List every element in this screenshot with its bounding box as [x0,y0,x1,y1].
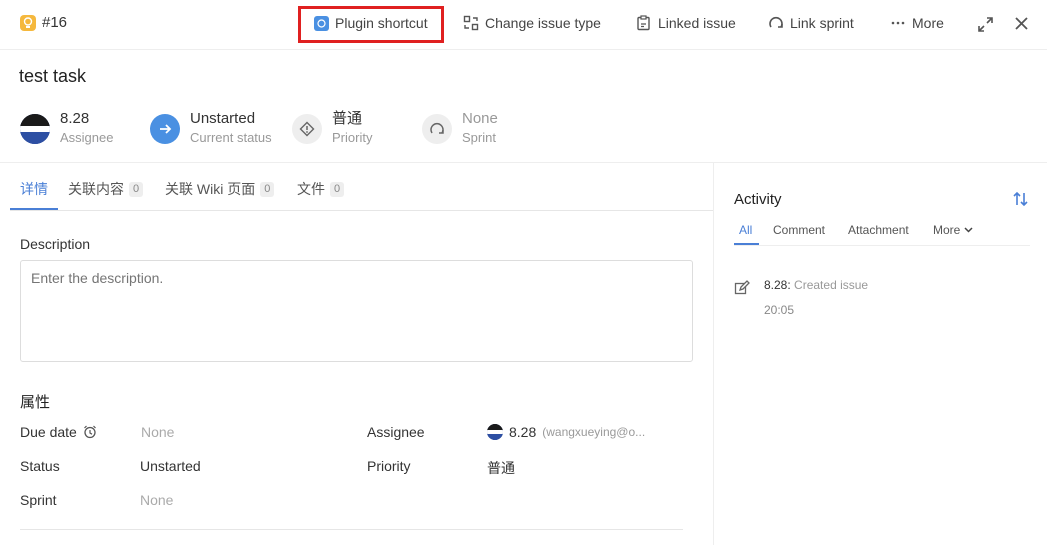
activity-tab-more-label: More [933,223,961,237]
sprint-icon [769,16,783,28]
issue-title[interactable]: test task [19,66,86,87]
plugin-icon [314,15,329,31]
detail-tabs: 详情 关联内容 0 关联 Wiki 页面 0 文件 0 [10,163,713,211]
activity-text: 8.28: Created issue [764,278,868,292]
priority-caption: Priority [332,130,373,145]
due-date-label-text: Due date [20,424,77,440]
activity-tab-comment[interactable]: Comment [773,223,825,237]
sprint-value: None [462,110,498,127]
ellipsis-icon [891,21,905,25]
sprint-prop-label: Sprint [20,492,57,508]
assignee-caption: Assignee [60,130,114,145]
summary-status[interactable]: Unstarted Current status [150,110,272,148]
issue-id: #16 [20,14,67,31]
due-date-value[interactable]: None [141,424,174,440]
status-prop-label: Status [20,458,60,474]
divider [20,529,683,530]
assignee-prop-value[interactable]: 8.28 (wangxueying@o... [487,424,645,440]
assignee-value: 8.28 [60,110,90,127]
tab-details-label: 详情 [20,181,48,197]
change-issue-type-label: Change issue type [485,15,601,31]
summary-priority[interactable]: 普通 Priority [292,110,372,148]
linked-issue-label: Linked issue [658,15,736,31]
activity-tab-all-label: All [739,223,753,237]
plugin-shortcut-label: Plugin shortcut [335,15,428,31]
change-type-icon [463,15,479,31]
chevron-down-icon [964,227,973,233]
change-issue-type-button[interactable]: Change issue type [463,15,601,31]
activity-tab-more[interactable]: More [933,223,973,237]
tab-related-wiki-label: 关联 Wiki 页面 [165,181,256,197]
tab-related-content[interactable]: 关联内容 0 [68,179,144,199]
sprint-icon [422,114,452,144]
sort-button[interactable] [1012,191,1029,210]
assignee-email: (wangxueying@o... [542,425,646,439]
close-icon [1015,17,1028,30]
linked-issue-button[interactable]: Linked issue [636,15,736,31]
summary-assignee[interactable]: 8.28 Assignee [20,110,113,148]
edit-icon [734,280,750,295]
activity-tab-comment-label: Comment [773,223,826,237]
priority-value: 普通 [332,110,363,127]
activity-tab-attachment[interactable]: Attachment [848,223,909,237]
count-badge: 0 [260,181,275,197]
panel-divider [713,163,714,545]
activity-tab-attachment-label: Attachment [848,223,909,237]
properties-heading: 属性 [20,394,51,411]
activity-tab-all[interactable]: All [739,223,752,237]
lightbulb-icon [20,14,36,31]
description-input[interactable] [20,260,693,362]
issue-number: #16 [42,14,68,31]
sort-icon [1013,191,1028,207]
plugin-shortcut-button[interactable]: Plugin shortcut [314,15,428,31]
tab-files[interactable]: 文件 0 [297,179,345,199]
link-sprint-label: Link sprint [790,15,854,31]
close-button[interactable] [1015,17,1028,30]
priority-prop-label: Priority [367,458,411,474]
active-tab-indicator [10,208,58,210]
more-button[interactable]: More [890,15,944,31]
assignee-name: 8.28 [509,424,537,440]
summary-sprint[interactable]: None Sprint [422,110,498,148]
sprint-caption: Sprint [462,130,496,145]
expand-button[interactable] [977,16,994,33]
alarm-clock-icon [83,425,96,439]
assignee-prop-label: Assignee [367,424,425,440]
tab-details[interactable]: 详情 [20,179,48,199]
status-value: Unstarted [190,110,256,127]
status-caption: Current status [190,130,272,145]
priority-icon [292,114,322,144]
tab-related-content-label: 关联内容 [68,181,124,197]
clipboard-link-icon [637,15,650,31]
description-label: Description [20,236,91,252]
count-badge: 0 [129,181,144,197]
issue-toolbar: #16 Plugin shortcut Change issue type Li… [0,0,1047,50]
activity-user: 8.28: [764,278,791,292]
activity-action: Created issue [794,278,869,292]
avatar [487,424,503,440]
more-label: More [912,15,944,31]
active-tab-indicator [734,243,759,245]
status-prop-value[interactable]: Unstarted [140,458,201,474]
priority-prop-value[interactable]: 普通 [487,458,515,478]
tab-files-label: 文件 [297,181,325,197]
activity-time: 20:05 [764,303,795,317]
expand-icon [978,17,993,32]
link-sprint-button[interactable]: Link sprint [768,15,854,31]
sprint-prop-value[interactable]: None [140,492,173,508]
activity-heading: Activity [734,191,782,208]
tab-related-wiki[interactable]: 关联 Wiki 页面 0 [165,179,275,199]
avatar [20,114,50,144]
due-date-label: Due date [20,424,97,440]
arrow-right-icon [150,114,180,144]
activity-tabs: All Comment Attachment More [734,216,1030,246]
count-badge: 0 [330,181,345,197]
